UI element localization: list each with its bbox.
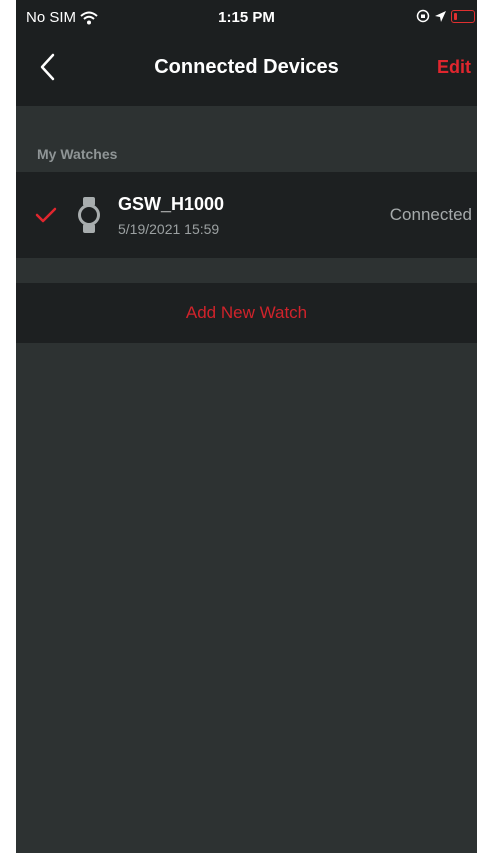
device-connection-status: Connected — [389, 205, 472, 224]
add-new-watch-label: Add New Watch — [185, 303, 308, 322]
location-arrow-icon — [435, 10, 446, 22]
status-time: 1:15 PM — [218, 9, 275, 26]
status-icons — [416, 9, 475, 23]
orientation-lock-icon — [416, 9, 430, 23]
add-new-watch-button[interactable]: Add New Watch — [16, 283, 477, 343]
my-watches-section-header: My Watches — [16, 106, 477, 172]
battery-low-icon — [451, 9, 475, 23]
top-bar: No SIM 1:15 PM Connected Devices Edit — [16, 0, 477, 106]
checkmark-icon — [35, 207, 57, 223]
navigation-bar: Connected Devices Edit — [16, 44, 477, 90]
device-last-sync-date: 5/19/2021 15:59 — [118, 221, 220, 237]
app-screen: No SIM 1:15 PM Connected Devices Edit My… — [16, 0, 477, 853]
status-bar: No SIM 1:15 PM — [16, 0, 477, 36]
section-label: My Watches — [37, 146, 118, 162]
device-row[interactable]: GSW_H1000 5/19/2021 15:59 Connected — [16, 172, 477, 258]
watch-icon — [78, 197, 100, 233]
page-title: Connected Devices — [154, 56, 339, 78]
device-name: GSW_H1000 — [118, 194, 225, 214]
edit-button[interactable]: Edit — [437, 57, 471, 78]
